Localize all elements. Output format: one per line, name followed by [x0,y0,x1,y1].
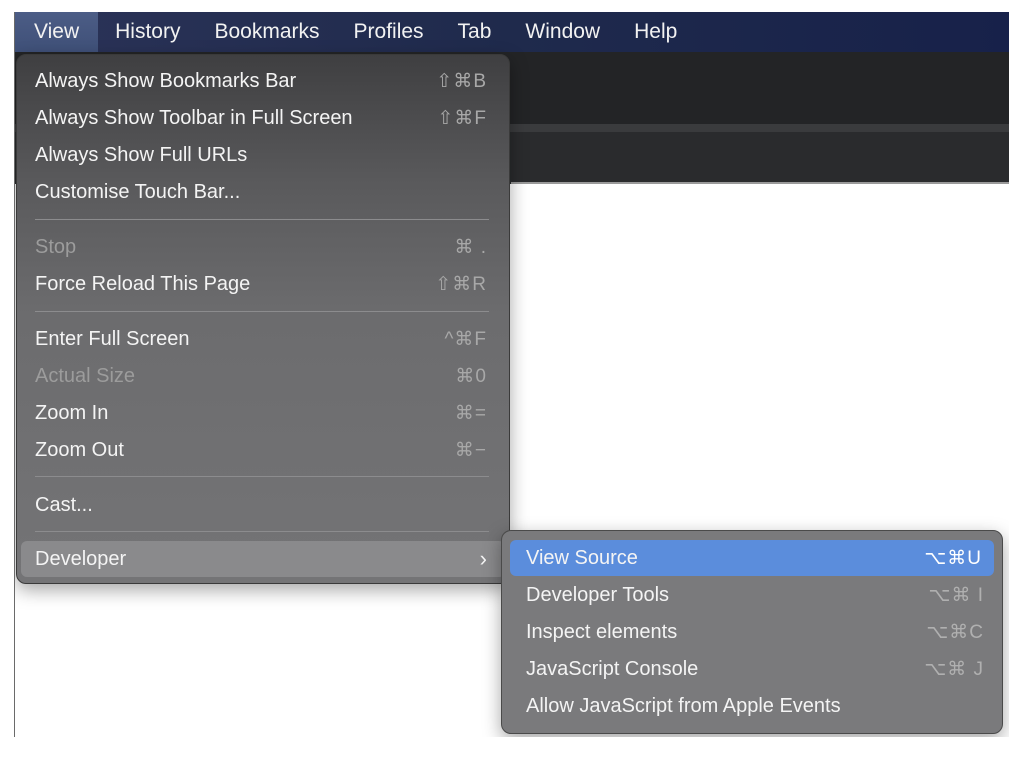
chevron-right-icon: › [479,546,487,571]
menu-item-shortcut: ⌘− [454,439,487,461]
submenu-item-label: Developer Tools [526,583,670,606]
menu-item-label: Customise Touch Bar... [35,180,241,203]
menu-separator [35,219,489,220]
menubar-history[interactable]: History [98,12,197,52]
menubar-tab[interactable]: Tab [441,12,509,52]
content-divider [511,182,1009,184]
menu-item-always-show-bookmarks-bar[interactable]: Always Show Bookmarks Bar ⇧⌘B [17,63,509,99]
menu-item-zoom-in[interactable]: Zoom In ⌘= [17,395,509,431]
menu-item-label: Cast... [35,493,93,516]
submenu-item-shortcut: ⌥⌘ I [928,584,984,606]
menu-item-shortcut: ⇧⌘F [437,107,487,129]
menu-item-shortcut: ⌘= [454,402,487,424]
submenu-item-label: View Source [526,546,638,569]
submenu-item-developer-tools[interactable]: Developer Tools ⌥⌘ I [502,577,1002,613]
menu-separator [35,531,489,532]
menu-item-developer[interactable]: Developer › [21,541,505,577]
menu-item-label: Developer [35,547,127,570]
menu-item-label: Zoom In [35,401,109,424]
submenu-item-view-source[interactable]: View Source ⌥⌘U [510,540,994,576]
menu-item-stop: Stop ⌘ . [17,229,509,265]
menubar-bookmarks[interactable]: Bookmarks [197,12,336,52]
menu-item-enter-full-screen[interactable]: Enter Full Screen ^⌘F [17,321,509,357]
menu-item-always-show-toolbar-full-screen[interactable]: Always Show Toolbar in Full Screen ⇧⌘F [17,100,509,136]
menu-item-shortcut: ⇧⌘B [436,70,487,92]
menubar-profiles[interactable]: Profiles [337,12,441,52]
submenu-item-shortcut: ⌥⌘ J [924,658,984,680]
menu-item-cast[interactable]: Cast... [17,487,509,523]
menu-item-label: Stop [35,235,77,258]
submenu-item-label: Allow JavaScript from Apple Events [526,694,841,717]
menu-item-force-reload[interactable]: Force Reload This Page ⇧⌘R [17,266,509,302]
view-menu: Always Show Bookmarks Bar ⇧⌘B Always Sho… [16,54,510,584]
submenu-item-allow-javascript-apple-events[interactable]: Allow JavaScript from Apple Events [502,688,1002,724]
submenu-item-shortcut: ⌥⌘C [926,621,984,643]
menubar-window[interactable]: Window [508,12,617,52]
developer-submenu: View Source ⌥⌘U Developer Tools ⌥⌘ I Ins… [501,530,1003,734]
menu-separator [35,476,489,477]
menubar-view[interactable]: View [15,12,99,52]
menu-item-label: Always Show Full URLs [35,143,248,166]
menubar-help[interactable]: Help [617,12,694,52]
menu-item-label: Always Show Bookmarks Bar [35,69,297,92]
menu-item-shortcut: ⌘0 [455,365,487,387]
menu-item-label: Actual Size [35,364,136,387]
submenu-item-javascript-console[interactable]: JavaScript Console ⌥⌘ J [502,651,1002,687]
menu-item-zoom-out[interactable]: Zoom Out ⌘− [17,432,509,468]
menu-item-shortcut: ⇧⌘R [435,273,487,295]
menu-item-label: Zoom Out [35,438,124,461]
submenu-item-inspect-elements[interactable]: Inspect elements ⌥⌘C [502,614,1002,650]
menu-item-actual-size: Actual Size ⌘0 [17,358,509,394]
menu-item-always-show-full-urls[interactable]: Always Show Full URLs [17,137,509,173]
submenu-item-shortcut: ⌥⌘U [924,547,982,569]
menu-separator [35,311,489,312]
submenu-item-label: JavaScript Console [526,657,699,680]
menu-item-label: Always Show Toolbar in Full Screen [35,106,353,129]
menu-item-customise-touch-bar[interactable]: Customise Touch Bar... [17,174,509,210]
submenu-item-label: Inspect elements [526,620,678,643]
browser-window: View History Bookmarks Profiles Tab Wind… [14,12,1009,737]
menu-bar: View History Bookmarks Profiles Tab Wind… [15,12,1009,52]
menu-item-shortcut: ⌘ . [454,236,487,258]
menu-item-label: Enter Full Screen [35,327,190,350]
menu-item-label: Force Reload This Page [35,272,251,295]
menu-item-shortcut: ^⌘F [444,328,487,350]
